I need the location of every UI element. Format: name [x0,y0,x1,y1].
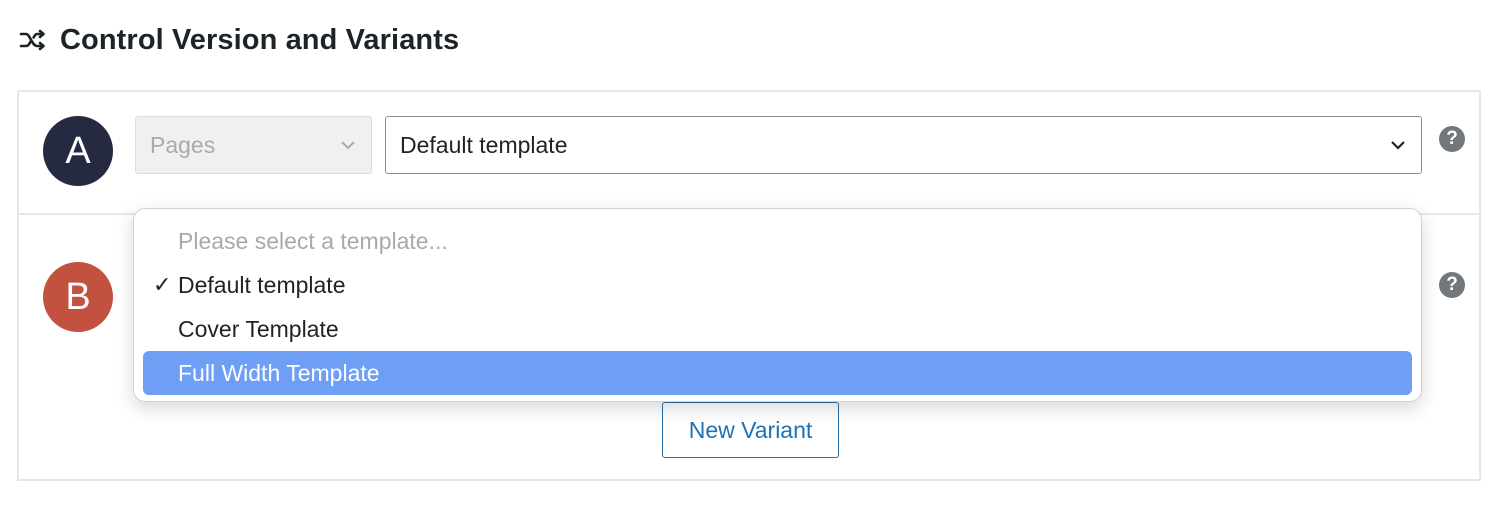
chevron-down-icon [339,136,357,154]
dropdown-option-default-template[interactable]: ✓ Default template [143,263,1412,307]
dropdown-option-full-width-template[interactable]: Full Width Template [143,351,1412,395]
shuffle-icon [18,25,48,55]
checkmark-icon: ✓ [153,272,172,297]
dropdown-option-label: Default template [178,271,346,298]
ab-test-settings: Control Version and Variants A Pages Def… [0,0,1500,524]
section-header: Control Version and Variants [18,20,459,60]
help-icon[interactable]: ? [1439,126,1465,152]
post-type-select[interactable]: Pages [135,116,372,174]
dropdown-option-label: Full Width Template [178,359,380,386]
template-select-a[interactable]: Default template [385,116,1422,174]
dropdown-option-label: Cover Template [178,315,339,342]
section-title: Control Version and Variants [60,23,460,56]
new-variant-button[interactable]: New Variant [662,402,839,458]
variant-b-badge: B [43,262,113,332]
dropdown-placeholder-option: Please select a template... [178,227,448,254]
help-icon[interactable]: ? [1439,272,1465,298]
chevron-down-icon [1389,136,1407,154]
template-dropdown-list: Please select a template... ✓ Default te… [133,208,1422,402]
post-type-select-value: Pages [150,131,216,158]
dropdown-option-cover-template[interactable]: Cover Template [143,307,1412,351]
variant-a-badge: A [43,116,113,186]
template-select-value: Default template [400,131,568,158]
